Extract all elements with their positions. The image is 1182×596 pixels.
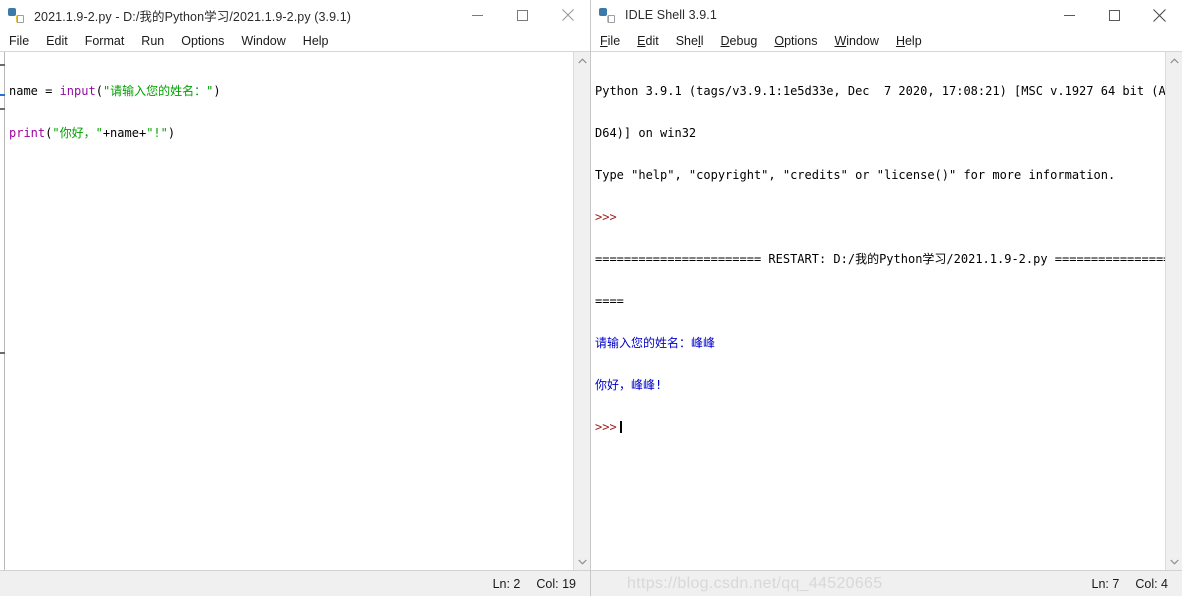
python-shell-icon xyxy=(599,7,616,24)
menu-edit-accel: E xyxy=(637,33,646,48)
menu-options-accel: O xyxy=(774,33,785,48)
menu-options[interactable]: Options xyxy=(774,34,817,48)
code-token-print: print xyxy=(9,126,46,140)
menu-help-accel: H xyxy=(895,33,905,48)
code-token-string-bang: "!" xyxy=(146,126,168,140)
shell-prompt-2-line: >>> xyxy=(595,420,1165,434)
menu-edit[interactable]: Edit xyxy=(46,34,68,48)
menu-shell[interactable]: Shell xyxy=(676,34,704,48)
text-cursor xyxy=(619,421,622,433)
shell-restart-line: ======================= RESTART: D:/我的Py… xyxy=(595,252,1165,266)
menu-debug[interactable]: Debug xyxy=(721,34,758,48)
code-token-string-greet: "你好，" xyxy=(52,126,103,140)
shell-banner-line-2: D64)] on win32 xyxy=(595,126,697,140)
code-token-plus-1: + xyxy=(102,126,111,140)
code-token-rparen-1: ) xyxy=(213,84,221,98)
editor-titlebar[interactable]: 2021.1.9-2.py - D:/我的Python学习/2021.1.9-2… xyxy=(0,0,590,30)
python-file-icon xyxy=(8,7,25,24)
code-token-lparen-1: ( xyxy=(95,84,103,98)
menu-file-rest: ile xyxy=(607,33,621,48)
shell-prompt-1: >>> xyxy=(595,210,617,224)
scroll-up-icon[interactable] xyxy=(574,52,591,69)
menu-debug-accel: D xyxy=(720,33,730,48)
shell-banner-line-1: Python 3.9.1 (tags/v3.9.1:1e5d33e, Dec 7… xyxy=(595,84,1165,98)
code-line-2: print("你好，"+name+"!") xyxy=(9,126,573,140)
shell-status-col: Col: 4 xyxy=(1135,576,1168,591)
scroll-down-icon[interactable] xyxy=(1166,553,1182,570)
maximize-button[interactable] xyxy=(1092,0,1137,30)
shell-banner-line-3: Type "help", "copyright", "credits" or "… xyxy=(595,168,1116,182)
scroll-up-icon[interactable] xyxy=(1166,52,1182,69)
close-button[interactable] xyxy=(1137,0,1182,30)
menu-options-rest: ptions xyxy=(784,33,818,48)
close-button[interactable] xyxy=(545,0,590,30)
menu-edit-rest: dit xyxy=(645,33,659,48)
menu-edit[interactable]: Edit xyxy=(637,34,659,48)
editor-pane-wrap: name = input("请输入您的姓名：") print("你好，"+nam… xyxy=(0,52,590,570)
shell-statusbar: https://blog.csdn.net/qq_44520665 Ln: 7 … xyxy=(591,570,1182,596)
editor-code-area[interactable]: name = input("请输入您的姓名：") print("你好，"+nam… xyxy=(5,52,573,570)
menu-window-accel: W xyxy=(834,33,847,48)
code-token-string-prompt: "请输入您的姓名：" xyxy=(102,84,214,98)
editor-statusbar: Ln: 2 Col: 19 xyxy=(0,570,590,596)
shell-titlebar[interactable]: IDLE Shell 3.9.1 xyxy=(591,0,1182,30)
shell-input-value: 峰峰 xyxy=(691,336,716,350)
code-line-1: name = input("请输入您的姓名：") xyxy=(9,84,573,98)
shell-output-area[interactable]: Python 3.9.1 (tags/v3.9.1:1e5d33e, Dec 7… xyxy=(591,52,1165,570)
menu-options[interactable]: Options xyxy=(181,34,224,48)
editor-vertical-scrollbar[interactable] xyxy=(573,52,590,570)
shell-result-line: 你好，峰峰! xyxy=(595,378,663,392)
editor-gutter xyxy=(0,52,5,570)
menu-window[interactable]: Window xyxy=(834,34,878,48)
menu-file[interactable]: File xyxy=(600,34,620,48)
editor-title: 2021.1.9-2.py - D:/我的Python学习/2021.1.9-2… xyxy=(34,9,352,24)
shell-restart-wrap: ==== xyxy=(595,294,624,308)
screen: 2021.1.9-2.py - D:/我的Python学习/2021.1.9-2… xyxy=(0,0,1182,596)
code-token-var-name: name xyxy=(110,126,139,140)
shell-window: IDLE Shell 3.9.1 File Edit Shell Debug O… xyxy=(591,0,1182,596)
shell-window-controls xyxy=(1047,0,1182,30)
editor-status-line: Ln: 2 xyxy=(492,576,521,591)
editor-menubar: File Edit Format Run Options Window Help xyxy=(0,30,590,52)
code-token-input: input xyxy=(59,84,96,98)
shell-vertical-scrollbar[interactable] xyxy=(1165,52,1182,570)
shell-status-line: Ln: 7 xyxy=(1091,576,1120,591)
editor-scrollbar-thumb[interactable] xyxy=(575,69,589,539)
shell-input-prompt: 请输入您的姓名： xyxy=(595,336,692,350)
menu-shell-pre: She xyxy=(675,33,698,48)
menu-shell-rest: l xyxy=(700,33,704,48)
menu-debug-rest: ebug xyxy=(729,33,758,48)
menu-help[interactable]: Help xyxy=(896,34,922,48)
shell-title: IDLE Shell 3.9.1 xyxy=(625,8,717,22)
menu-help[interactable]: Help xyxy=(303,34,329,48)
minimize-button[interactable] xyxy=(1047,0,1092,30)
menu-help-rest: elp xyxy=(904,33,922,48)
minimize-button[interactable] xyxy=(455,0,500,30)
shell-pane-wrap: Python 3.9.1 (tags/v3.9.1:1e5d33e, Dec 7… xyxy=(591,52,1182,570)
maximize-button[interactable] xyxy=(500,0,545,30)
menu-file[interactable]: File xyxy=(9,34,29,48)
menu-file-accel: F xyxy=(600,33,608,48)
menu-window[interactable]: Window xyxy=(241,34,285,48)
code-token-rparen-2: ) xyxy=(167,126,176,140)
editor-status-col: Col: 19 xyxy=(536,576,576,591)
shell-menubar: File Edit Shell Debug Options Window Hel… xyxy=(591,30,1182,52)
scroll-down-icon[interactable] xyxy=(574,553,591,570)
menu-format[interactable]: Format xyxy=(85,34,125,48)
editor-window-controls xyxy=(455,0,590,30)
shell-scrollbar-thumb[interactable] xyxy=(1167,69,1181,539)
code-token-assign: name = xyxy=(9,84,60,98)
menu-run[interactable]: Run xyxy=(141,34,164,48)
shell-input-line: 请输入您的姓名：峰峰 xyxy=(595,336,1165,350)
menu-window-rest: indow xyxy=(846,33,879,48)
editor-window: 2021.1.9-2.py - D:/我的Python学习/2021.1.9-2… xyxy=(0,0,591,596)
shell-prompt-2: >>> xyxy=(595,420,617,434)
